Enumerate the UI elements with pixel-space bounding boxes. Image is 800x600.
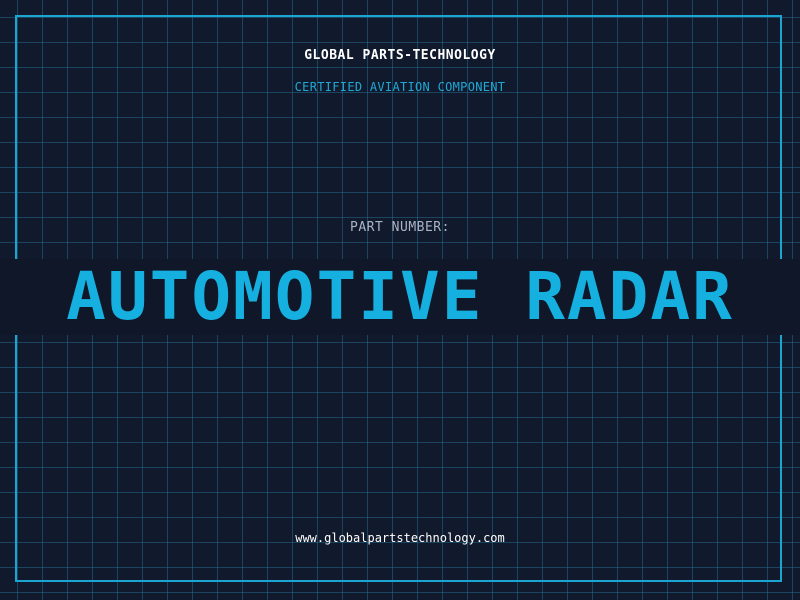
brand-name: GLOBAL PARTS-TECHNOLOGY — [304, 48, 496, 63]
website-url: www.globalpartstechnology.com — [295, 531, 505, 545]
label-card: GLOBAL PARTS-TECHNOLOGY CERTIFIED AVIATI… — [0, 0, 800, 600]
part-number-label: PART NUMBER: — [350, 220, 450, 235]
brand-tagline: CERTIFIED AVIATION COMPONENT — [294, 80, 506, 94]
part-name: AUTOMOTIVE RADAR — [66, 258, 734, 335]
